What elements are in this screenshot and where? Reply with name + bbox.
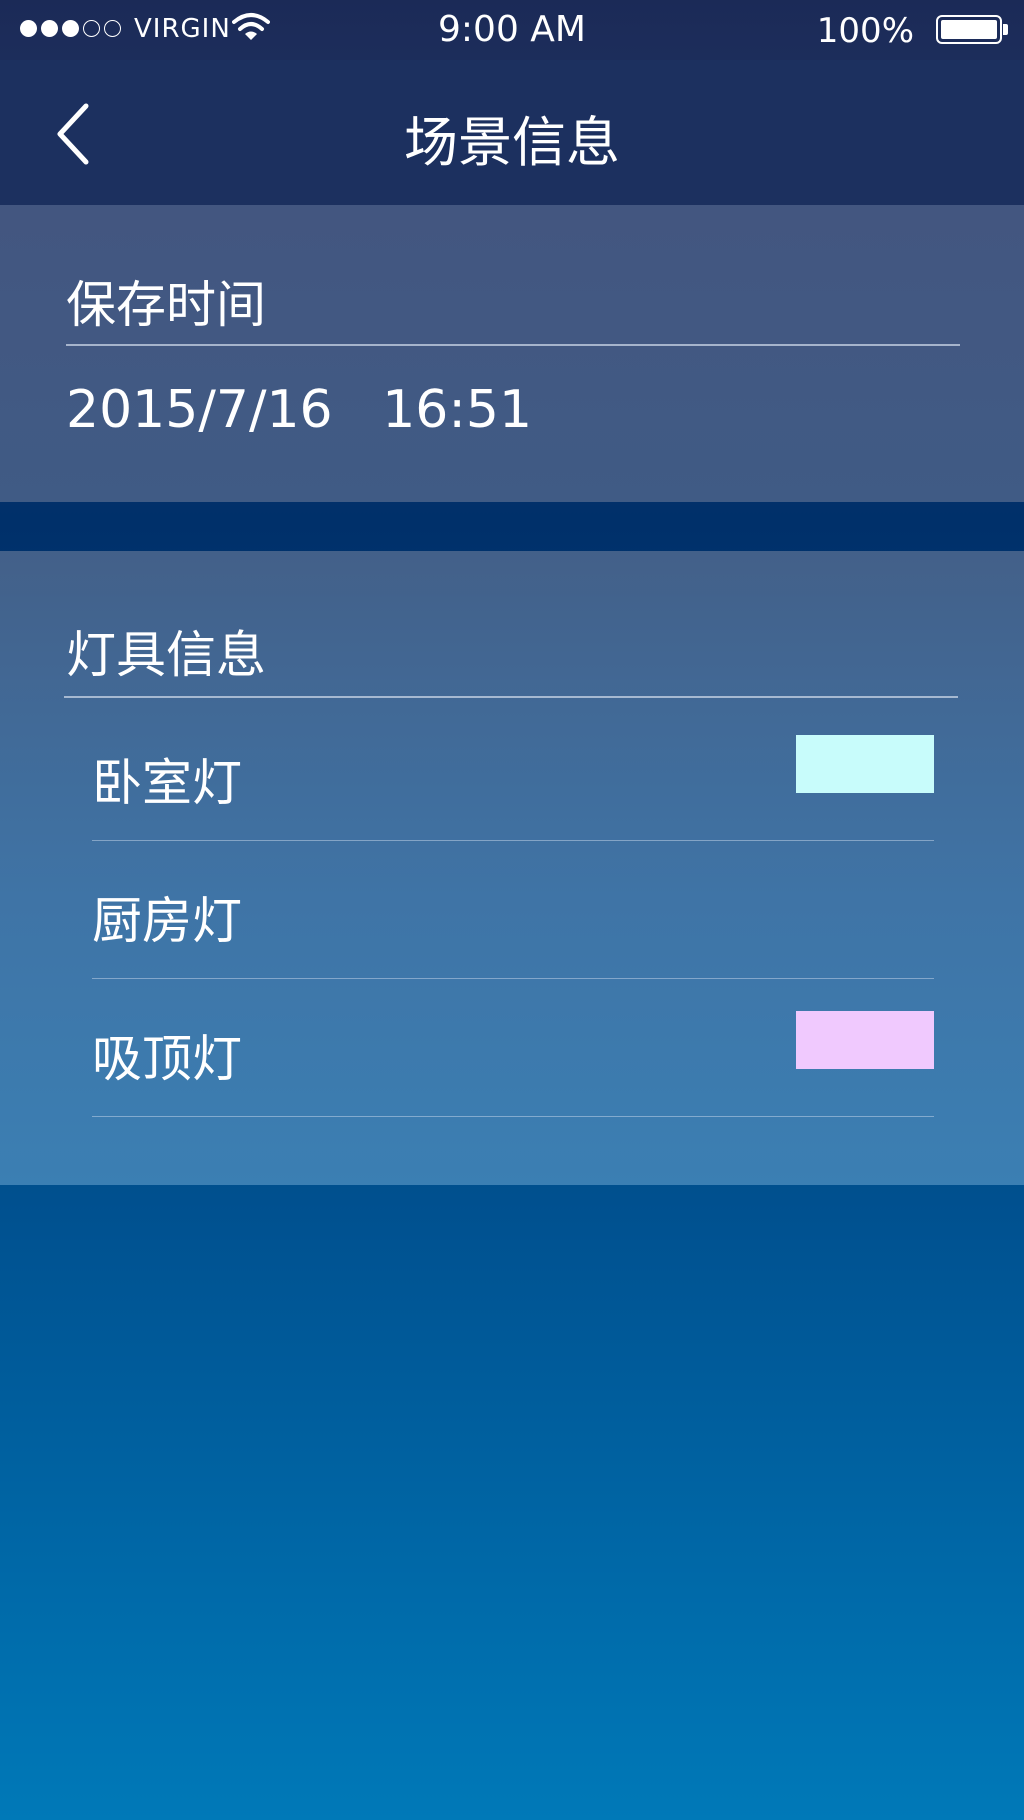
navigation-bar: 场景信息 bbox=[0, 60, 1024, 205]
divider bbox=[66, 344, 960, 346]
lamp-row-ceiling[interactable]: 吸顶灯 bbox=[92, 979, 934, 1117]
lamp-name: 卧室灯 bbox=[92, 754, 242, 812]
lamp-row-kitchen[interactable]: 厨房灯 bbox=[92, 841, 934, 979]
lamp-color-swatch bbox=[796, 1011, 934, 1069]
battery-level bbox=[941, 20, 997, 39]
lamp-info-panel: 灯具信息 卧室灯 厨房灯 吸顶灯 bbox=[0, 551, 1024, 1185]
save-time-panel: 保存时间 2015/7/16 16:51 bbox=[0, 205, 1024, 502]
page-title: 场景信息 bbox=[404, 111, 620, 174]
divider bbox=[64, 696, 958, 698]
save-time-heading: 保存时间 bbox=[66, 276, 266, 334]
lamp-name: 吸顶灯 bbox=[92, 1030, 242, 1088]
row-divider bbox=[92, 1116, 934, 1117]
lamp-row-bedroom[interactable]: 卧室灯 bbox=[92, 703, 934, 841]
lamp-info-heading: 灯具信息 bbox=[66, 626, 266, 684]
battery-icon bbox=[936, 15, 1002, 44]
battery-percentage: 100% bbox=[816, 11, 914, 51]
battery-tip bbox=[1003, 24, 1008, 35]
save-time-value: 2015/7/16 16:51 bbox=[66, 380, 533, 440]
status-bar: VIRGIN 9:00 AM 100% bbox=[0, 0, 1024, 60]
lamp-name: 厨房灯 bbox=[92, 892, 242, 950]
lamp-color-swatch bbox=[796, 735, 934, 793]
